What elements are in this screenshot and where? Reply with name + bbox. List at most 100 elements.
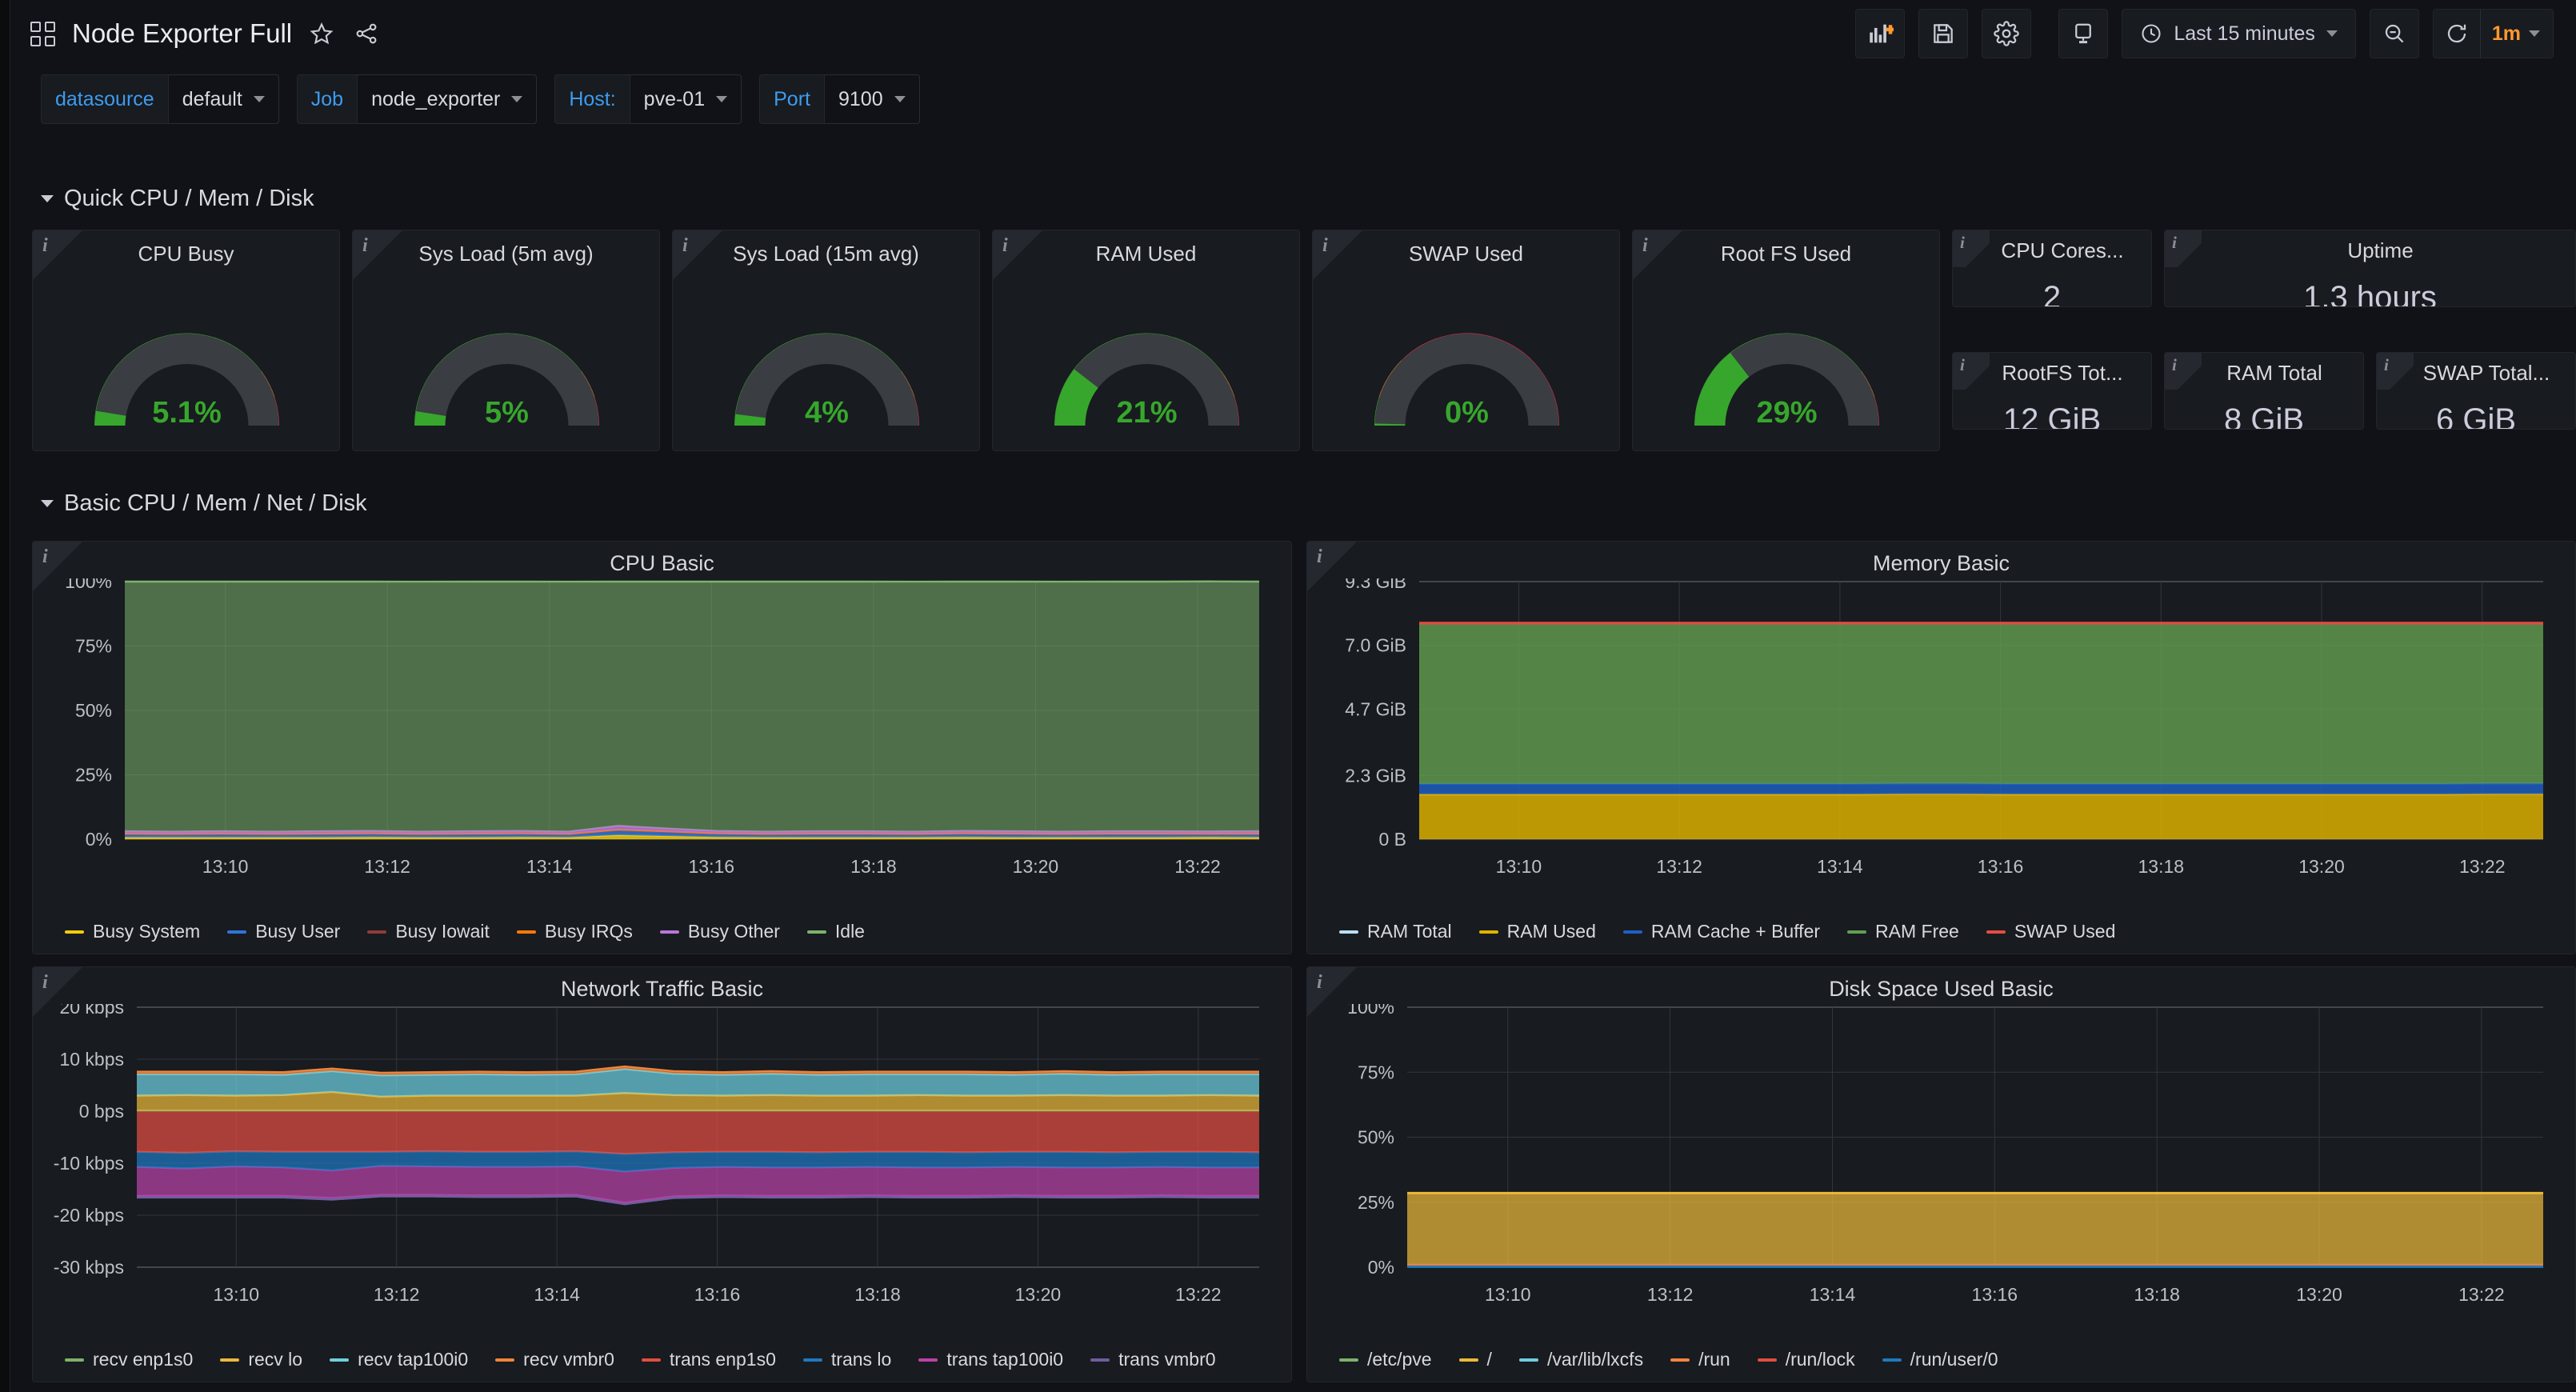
y-tick-label: 75% xyxy=(1358,1062,1394,1082)
stat-panel-swap-total[interactable]: i SWAP Total... 6 GiB xyxy=(2376,352,2576,430)
legend-item[interactable]: Idle xyxy=(806,921,865,942)
chevron-down-icon xyxy=(2326,30,2338,37)
series-area xyxy=(137,1111,1259,1154)
legend-item[interactable]: / xyxy=(1458,1349,1492,1370)
gauge-visual: 5.1% xyxy=(94,333,279,430)
refresh-button[interactable] xyxy=(2434,10,2480,58)
legend-item[interactable]: /run/user/0 xyxy=(1882,1349,1998,1370)
legend-item[interactable]: recv lo xyxy=(220,1349,302,1370)
time-range-picker[interactable]: Last 15 minutes xyxy=(2122,9,2356,58)
graph-panel-network-traffic-basic[interactable]: i Network Traffic Basic -30 kbps -20 kbps… xyxy=(32,966,1292,1382)
gauge-visual: 29% xyxy=(1694,333,1879,430)
y-tick-label: -20 kbps xyxy=(54,1205,124,1226)
gauge-panel-swap-used[interactable]: i SWAP Used 0% xyxy=(1312,230,1620,451)
graph-panel-disk-space-used-basic[interactable]: i Disk Space Used Basic 0% 25% 50% 75% 100% 1… xyxy=(1306,966,2576,1382)
refresh-interval-picker[interactable]: 1m xyxy=(2481,22,2553,46)
legend-item[interactable]: Busy System xyxy=(65,921,200,942)
legend-item[interactable]: SWAP Used xyxy=(1986,921,2115,942)
stat-panel-ram-total[interactable]: i RAM Total 8 GiB xyxy=(2164,352,2364,430)
x-tick-label: 13:18 xyxy=(2134,1284,2180,1305)
legend-item[interactable]: recv enp1s0 xyxy=(65,1349,193,1370)
variable-job: Job node_exporter xyxy=(296,74,538,124)
panel-title: Root FS Used xyxy=(1720,242,1852,266)
panel-title: Network Traffic Basic xyxy=(560,977,764,1001)
graph-panel-memory-basic[interactable]: i Memory Basic 0 B 2.3 GiB 4.7 GiB 7.0 GiB 9… xyxy=(1306,541,2576,954)
template-variables-row: datasource default Job node_exporter Hos… xyxy=(10,70,2576,128)
zoom-out-button[interactable] xyxy=(2369,9,2419,58)
legend-color-swatch xyxy=(367,930,387,934)
stat-panel-cpu-cores[interactable]: i CPU Cores... 2 xyxy=(1952,230,2152,307)
legend-item[interactable]: Busy Other xyxy=(659,921,780,942)
legend-item[interactable]: Busy IRQs xyxy=(516,921,633,942)
zoom-out-icon xyxy=(2385,24,2404,43)
tv-kiosk-button[interactable] xyxy=(2058,9,2109,58)
legend-item[interactable]: RAM Total xyxy=(1339,921,1452,942)
y-tick-label: 0 bps xyxy=(79,1101,124,1122)
series-area xyxy=(1407,1193,2543,1267)
save-dashboard-button[interactable] xyxy=(1918,9,1969,58)
gauge-panel-sys-load-15m[interactable]: i Sys Load (15m avg) 4% xyxy=(672,230,980,451)
star-icon[interactable] xyxy=(306,18,337,49)
x-tick-label: 13:14 xyxy=(1817,856,1863,877)
panel-title: Uptime xyxy=(2347,238,2414,262)
dashboard-settings-button[interactable] xyxy=(1982,9,2032,58)
legend-label: RAM Used xyxy=(1506,921,1596,942)
x-tick-label: 13:18 xyxy=(2138,856,2185,877)
variable-select[interactable]: node_exporter xyxy=(358,74,538,124)
variable-select[interactable]: 9100 xyxy=(824,74,920,124)
legend-item[interactable]: RAM Used xyxy=(1478,921,1596,942)
legend-item[interactable]: trans lo xyxy=(802,1349,891,1370)
panel-title: RAM Used xyxy=(1095,242,1197,266)
share-icon[interactable] xyxy=(351,18,382,49)
gauge-panel-sys-load-5m[interactable]: i Sys Load (5m avg) 5% xyxy=(352,230,660,451)
gauge-panel-cpu-busy[interactable]: i CPU Busy 5.1% xyxy=(32,230,340,451)
legend-item[interactable]: RAM Free xyxy=(1847,921,1959,942)
legend-item[interactable]: recv tap100i0 xyxy=(330,1349,468,1370)
chart-canvas: 0% 25% 50% 75% 100% 13:10 13:12 13:14 13:16 13:18… xyxy=(65,578,1260,877)
y-tick-label: 100% xyxy=(65,578,112,592)
clock-icon xyxy=(2142,24,2161,43)
legend-item[interactable]: trans enp1s0 xyxy=(641,1349,776,1370)
legend-item[interactable]: /run/lock xyxy=(1757,1349,1855,1370)
legend-item[interactable]: RAM Cache + Buffer xyxy=(1622,921,1820,942)
gauge-value-text: 4% xyxy=(805,396,849,430)
legend-item[interactable]: /var/lib/lxcfs xyxy=(1518,1349,1643,1370)
y-tick-label: -10 kbps xyxy=(54,1153,124,1174)
legend-label: recv tap100i0 xyxy=(358,1349,469,1370)
stat-panel-uptime[interactable]: i Uptime 1.3 hours xyxy=(2164,230,2576,307)
legend-item[interactable]: /run xyxy=(1670,1349,1730,1370)
y-tick-label: 25% xyxy=(1358,1192,1394,1213)
y-tick-label: 2.3 GiB xyxy=(1345,765,1406,786)
chart-legend: RAM Total RAM Used RAM Cache + Buffer RA… xyxy=(1307,921,2575,942)
add-panel-button[interactable] xyxy=(1855,9,1906,58)
gauge-panel-ram-used[interactable]: i RAM Used 21% xyxy=(992,230,1300,451)
row-header-basic[interactable]: Basic CPU / Mem / Net / Disk xyxy=(41,490,367,517)
x-tick-label: 13:14 xyxy=(534,1284,580,1305)
x-tick-label: 13:20 xyxy=(2298,856,2345,877)
chevron-down-icon xyxy=(894,96,906,102)
legend-item[interactable]: recv vmbr0 xyxy=(495,1349,614,1370)
legend-item[interactable]: trans vmbr0 xyxy=(1090,1349,1216,1370)
variable-select[interactable]: pve-01 xyxy=(630,74,742,124)
legend-item[interactable]: Busy Iowait xyxy=(367,921,490,942)
x-tick-label: 13:20 xyxy=(1013,856,1059,877)
variable-select[interactable]: default xyxy=(168,74,279,124)
stat-panel-rootfs-total[interactable]: i RootFS Tot... 12 GiB xyxy=(1952,352,2152,430)
gauge-value-text: 29% xyxy=(1756,396,1817,430)
gauge-panel-root-fs-used[interactable]: i Root FS Used 29% xyxy=(1632,230,1940,451)
legend-item[interactable]: /etc/pve xyxy=(1339,1349,1432,1370)
graph-panel-cpu-basic[interactable]: i CPU Basic 0% 25% 50% 75% 100% 13:10 13:12 13:… xyxy=(32,541,1292,954)
legend-item[interactable]: trans tap100i0 xyxy=(918,1349,1063,1370)
legend-item[interactable]: Busy User xyxy=(227,921,340,942)
chart-legend: recv enp1s0 recv lo recv tap100i0 recv v… xyxy=(33,1349,1291,1370)
row-title: Basic CPU / Mem / Net / Disk xyxy=(64,490,367,516)
gauge-value-text: 21% xyxy=(1116,396,1177,430)
time-range-label: Last 15 minutes xyxy=(2174,22,2315,45)
dashboard-title-group: Node Exporter Full xyxy=(10,18,382,49)
gauge-visual: 21% xyxy=(1054,333,1239,430)
x-tick-label: 13:16 xyxy=(1972,1284,2018,1305)
chevron-down-icon xyxy=(41,500,54,507)
legend-color-swatch xyxy=(1518,1358,1538,1362)
stat-value: 12 GiB xyxy=(2002,402,2102,430)
row-header-quick[interactable]: Quick CPU / Mem / Disk xyxy=(41,186,314,212)
